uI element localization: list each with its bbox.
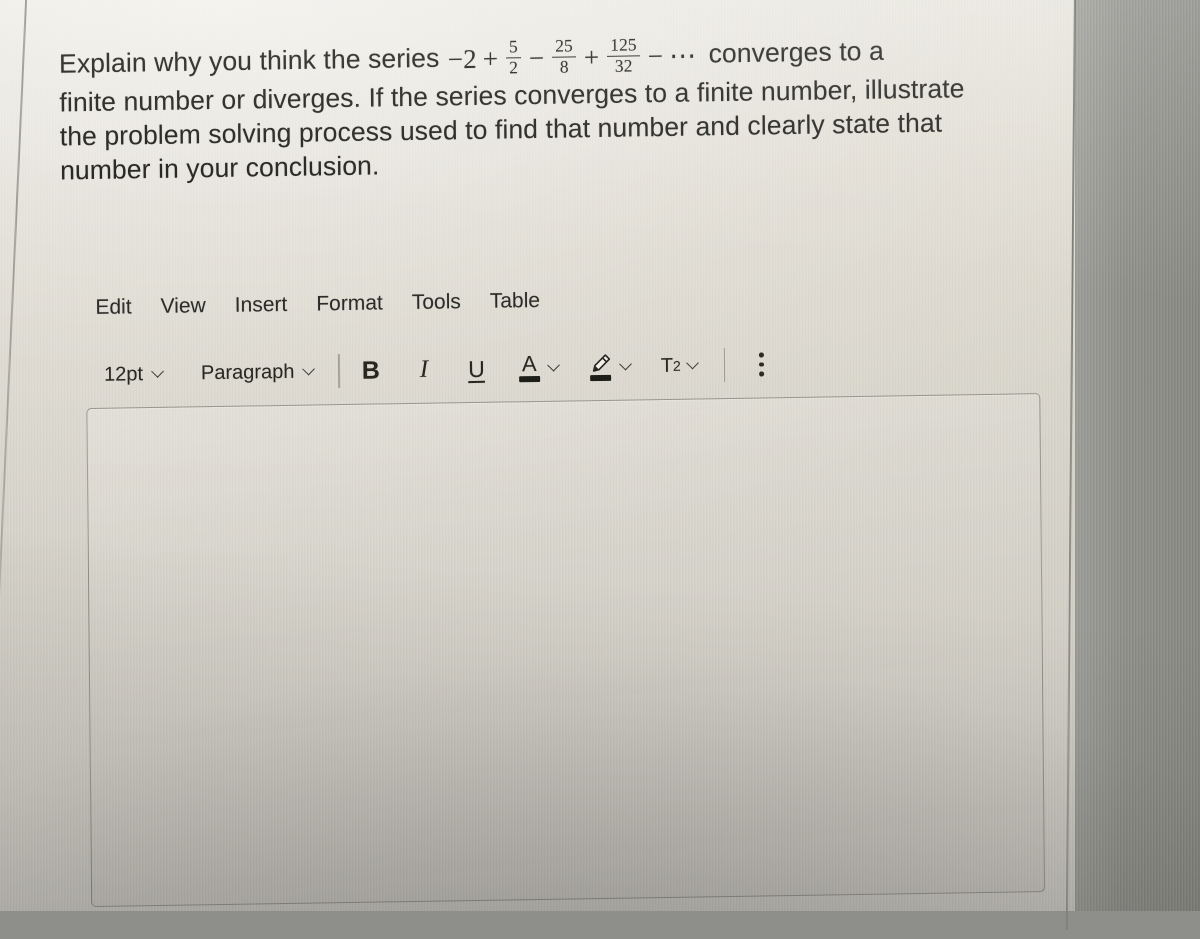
question-text-before-math: Explain why you think the series xyxy=(58,42,440,79)
fraction-numerator: 25 xyxy=(555,35,573,56)
superscript-exponent: 2 xyxy=(672,357,681,374)
menu-item-tools[interactable]: Tools xyxy=(412,290,461,315)
kebab-dot xyxy=(759,371,764,377)
fraction-denominator: 2 xyxy=(509,57,519,78)
toolbar-divider xyxy=(723,348,726,383)
chevron-down-icon xyxy=(152,365,165,378)
superscript-button[interactable]: T2 xyxy=(661,354,681,377)
superscript-base: T xyxy=(660,354,674,377)
fraction-denominator: 32 xyxy=(614,55,633,76)
question-prompt: Explain why you think the series −2 + 5 … xyxy=(59,31,1045,187)
text-color-icon: A xyxy=(518,350,540,383)
kebab-dot xyxy=(759,352,764,358)
block-format-select[interactable]: Paragraph xyxy=(201,360,317,385)
math-leading-term: −2 xyxy=(447,44,477,75)
chevron-down-icon xyxy=(303,363,316,376)
italic-button[interactable]: I xyxy=(420,356,429,384)
math-trailing-op: − xyxy=(647,41,664,72)
math-op-2: − xyxy=(528,43,545,74)
toolbar-divider xyxy=(338,354,340,389)
menu-item-insert[interactable]: Insert xyxy=(235,293,288,318)
block-format-value: Paragraph xyxy=(200,360,295,384)
math-fraction-1: 5 2 xyxy=(506,36,521,78)
editor-toolbar: 12pt Paragraph B I U A T 2 xyxy=(104,347,764,391)
menu-item-table[interactable]: Table xyxy=(490,289,540,314)
menu-item-edit[interactable]: Edit xyxy=(95,295,131,320)
editor-content-area[interactable] xyxy=(87,394,1044,906)
chevron-down-icon[interactable] xyxy=(548,359,561,372)
underline-button[interactable]: U xyxy=(468,355,485,382)
fraction-numerator: 125 xyxy=(610,34,637,55)
text-color-letter: A xyxy=(521,350,537,377)
math-ellipsis: ⋯ xyxy=(669,40,700,72)
chevron-down-icon[interactable] xyxy=(620,358,633,371)
editor-body[interactable] xyxy=(86,393,1046,908)
menu-item-format[interactable]: Format xyxy=(316,291,383,316)
text-color-button[interactable]: A xyxy=(518,350,561,383)
math-fraction-2: 25 8 xyxy=(552,35,576,77)
font-size-select[interactable]: 12pt xyxy=(104,362,165,386)
kebab-menu-icon[interactable] xyxy=(759,352,764,377)
bold-button[interactable]: B xyxy=(362,356,380,385)
math-fraction-3: 125 32 xyxy=(607,34,640,76)
page-content: Explain why you think the series −2 + 5 … xyxy=(0,0,1200,920)
chevron-down-icon[interactable] xyxy=(687,357,700,370)
question-text-after-math: converges to a xyxy=(708,35,884,69)
text-color-swatch xyxy=(518,375,540,383)
fraction-denominator: 8 xyxy=(559,56,569,77)
fraction-numerator: 5 xyxy=(508,36,518,57)
menu-item-view[interactable]: View xyxy=(161,294,206,319)
font-size-value: 12pt xyxy=(103,362,144,386)
editor-menubar: Edit View Insert Format Tools Table xyxy=(95,289,540,320)
math-op-1: + xyxy=(482,43,499,75)
kebab-dot xyxy=(759,362,764,367)
math-op-3: + xyxy=(583,42,600,73)
highlighter-pen-icon xyxy=(589,353,612,382)
series-math-expression: −2 + 5 2 − 25 8 + 125 32 − ⋯ xyxy=(447,34,702,79)
highlight-color-swatch xyxy=(589,374,611,382)
highlight-color-button[interactable] xyxy=(589,352,633,382)
